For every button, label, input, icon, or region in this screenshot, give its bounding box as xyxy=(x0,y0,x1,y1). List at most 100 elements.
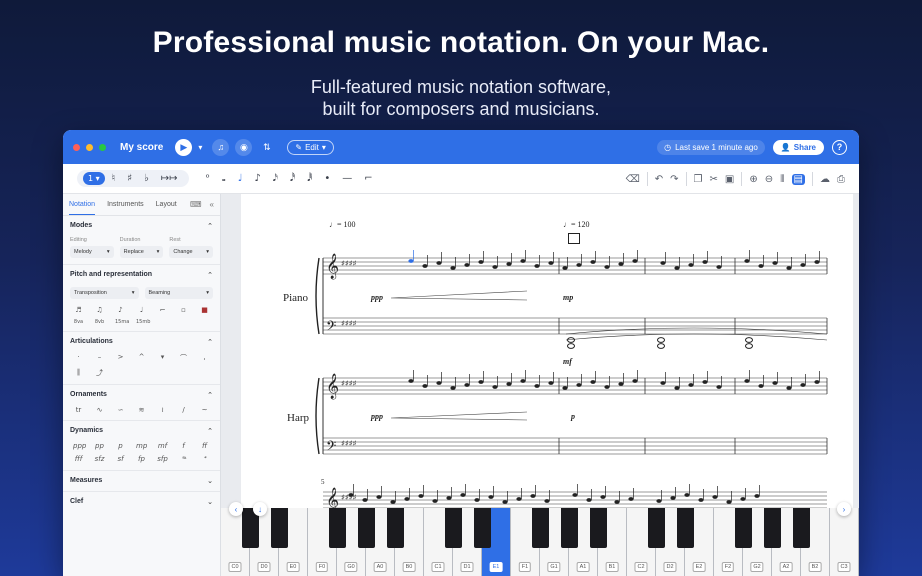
editing-select[interactable]: Melody ▾ xyxy=(70,246,114,258)
metronome-icon[interactable]: ♫ xyxy=(212,138,230,156)
dot-button[interactable]: • xyxy=(319,172,335,185)
print-icon[interactable]: ⎙ xyxy=(837,174,845,185)
cloud-icon[interactable]: ☁ xyxy=(820,174,830,185)
eighth-note-button[interactable]: ♪ xyxy=(249,172,265,185)
dynamic-fff[interactable]: fff xyxy=(73,455,84,464)
whole-note-button[interactable]: ᵒ xyxy=(201,172,215,185)
collapse-sidebar-icon[interactable]: « xyxy=(210,200,214,209)
grace-note-icon[interactable]: ♬ xyxy=(73,306,84,314)
pedal-up-icon[interactable]: 𝆯 xyxy=(199,455,210,464)
fermata-icon[interactable]: ⌒ xyxy=(178,353,189,363)
tie-button[interactable]: — xyxy=(337,172,357,185)
cut-icon[interactable]: ✂ xyxy=(710,174,718,185)
rest-select[interactable]: Change ▾ xyxy=(169,246,214,258)
quarter-note-button[interactable]: ♩ xyxy=(233,172,248,185)
paste-icon[interactable]: ▣ xyxy=(725,174,734,185)
dynamic-sfp[interactable]: sfp xyxy=(157,455,168,464)
dynamic-marking[interactable]: ppp xyxy=(371,412,383,421)
glissando-icon[interactable]: / xyxy=(178,406,189,414)
dynamic-sfz[interactable]: sfz xyxy=(94,455,105,464)
tenuto-icon[interactable]: – xyxy=(94,353,105,363)
dynamic-ff[interactable]: ff xyxy=(199,442,210,450)
beam-icon[interactable]: ⌐ xyxy=(157,306,168,314)
voice-selector[interactable]: 1 ▾ xyxy=(83,172,105,185)
caesura-icon[interactable]: ∥ xyxy=(73,368,84,378)
dynamic-ppp[interactable]: ppp xyxy=(73,442,86,450)
piano-black-key[interactable] xyxy=(357,508,375,548)
tab-layout[interactable]: Layout xyxy=(156,195,177,214)
piano-black-key[interactable] xyxy=(444,508,462,548)
keyboard-icon[interactable]: ⌨ xyxy=(190,200,202,209)
piano-black-key[interactable] xyxy=(734,508,752,548)
tab-notation[interactable]: Notation xyxy=(69,195,96,215)
piano-black-key[interactable] xyxy=(473,508,491,548)
redo-icon[interactable]: ↷ xyxy=(670,174,678,185)
rehearsal-mark[interactable]: A xyxy=(568,233,580,244)
close-window-button[interactable] xyxy=(73,143,80,151)
acciaccatura-icon[interactable]: ♪ xyxy=(115,306,126,314)
dynamic-mf[interactable]: mf xyxy=(157,442,168,450)
tremolo-icon[interactable]: ≋ xyxy=(136,406,147,414)
piano-black-key[interactable] xyxy=(676,508,694,548)
save-status[interactable]: ◷ Last save 1 minute ago xyxy=(657,139,765,155)
dynamic-marking[interactable]: mf xyxy=(563,357,572,366)
zoom-in-icon[interactable]: ⊕ xyxy=(749,174,757,185)
dynamic-marking[interactable]: ppp xyxy=(371,293,383,302)
mixer-icon[interactable]: ⇅ xyxy=(258,139,275,156)
edit-mode-button[interactable]: ✎ Edit ▾ xyxy=(287,139,334,155)
sharp-button[interactable]: ♯ xyxy=(122,172,137,185)
score-title[interactable]: My score xyxy=(120,142,163,153)
score-staves[interactable]: 𝄞 ♯♯♯♯𝄢 ♯♯♯♯𝄞 ♯♯♯♯𝄢 ♯♯♯♯𝄞 ♯♯♯♯ xyxy=(241,194,853,508)
trill-icon[interactable]: tr xyxy=(73,406,84,414)
zoom-window-button[interactable] xyxy=(99,143,106,151)
delete-icon[interactable]: ⌫ xyxy=(626,174,640,185)
tempo-marking-2[interactable]: ♩= 120 xyxy=(563,220,590,229)
chevron-left-icon[interactable]: ‹ xyxy=(229,502,243,516)
piano-black-key[interactable] xyxy=(386,508,404,548)
dynamic-fp[interactable]: fp xyxy=(136,455,147,464)
duration-select[interactable]: Replace ▾ xyxy=(119,246,164,258)
chevron-right-icon[interactable]: › xyxy=(837,502,851,516)
sixteenth-note-button[interactable]: 𝅘𝅥𝅯 xyxy=(268,172,283,185)
stem-icon[interactable]: ♩ xyxy=(136,306,147,314)
marcato-icon[interactable]: ^ xyxy=(136,353,147,363)
dynamic-sf[interactable]: sf xyxy=(115,455,126,464)
dynamic-p[interactable]: p xyxy=(115,442,126,450)
arrow-down-icon[interactable]: ↓ xyxy=(253,502,267,516)
tuplet-button[interactable]: ↦↦ xyxy=(156,172,183,185)
share-button[interactable]: 👤 Share xyxy=(772,139,824,155)
piano-keyboard[interactable]: C0 D0 E0 F0 G0 A0 B0 C1 D1 E1 F1 G1 A1 B1 C2 D2 E2 F2 G2 A2… xyxy=(221,502,859,576)
flat-button[interactable]: ♭ xyxy=(139,172,154,185)
page-view-icon[interactable]: ▤ xyxy=(791,173,805,185)
accent-icon[interactable]: > xyxy=(115,353,126,363)
minimize-window-button[interactable] xyxy=(86,143,93,151)
double-octave-up-icon[interactable]: 15ma xyxy=(115,319,129,325)
half-note-button[interactable]: 𝅝 xyxy=(217,172,231,185)
octave-up-icon[interactable]: 8va xyxy=(73,319,84,325)
dynamic-pp[interactable]: pp xyxy=(94,442,105,450)
score-page[interactable]: 𝄞 ♯♯♯♯ 𝄢 ♯♯♯♯ 𝄞 ♯♯♯♯ 𝄢 ♯♯♯♯ 𝄞 ♯♯♯♯ ♩= 100 ♩= 120 … xyxy=(241,194,853,508)
breath-icon[interactable]: , xyxy=(199,353,210,363)
dynamic-f[interactable]: f xyxy=(178,442,189,450)
color-icon[interactable]: ■ xyxy=(199,306,210,314)
turn-icon[interactable]: ∽ xyxy=(115,406,126,414)
cue-icon[interactable]: ▫ xyxy=(178,306,189,314)
zoom-out-icon[interactable]: ⊖ xyxy=(765,174,773,185)
copy-icon[interactable]: ❐ xyxy=(694,174,703,185)
dynamic-marking[interactable]: p xyxy=(571,412,575,421)
double-octave-down-icon[interactable]: 15mb xyxy=(136,319,150,325)
piano-black-key[interactable] xyxy=(531,508,549,548)
octave-down-icon[interactable]: 8vb xyxy=(94,319,105,325)
staccato-icon[interactable]: · xyxy=(73,353,84,363)
score-canvas[interactable]: 𝄞 ♯♯♯♯ 𝄢 ♯♯♯♯ 𝄞 ♯♯♯♯ 𝄢 ♯♯♯♯ 𝄞 ♯♯♯♯ ♩= 100 ♩= 120 … xyxy=(221,194,859,508)
measures-view-icon[interactable]: ⦀ xyxy=(780,174,784,185)
beaming-select[interactable]: Beaming ▾ xyxy=(144,287,213,299)
help-button[interactable]: ? xyxy=(832,139,847,155)
piano-black-key[interactable] xyxy=(560,508,578,548)
thirty-second-note-button[interactable]: 𝅘𝅥𝅰 xyxy=(285,172,300,185)
tempo-marking-1[interactable]: ♩= 100 xyxy=(329,220,356,229)
bend-icon[interactable]: ⤴ xyxy=(94,368,105,378)
piano-black-key[interactable] xyxy=(270,508,288,548)
tab-instruments[interactable]: Instruments xyxy=(107,195,144,214)
sixty-fourth-note-button[interactable]: 𝅘𝅥𝅱 xyxy=(302,172,317,185)
